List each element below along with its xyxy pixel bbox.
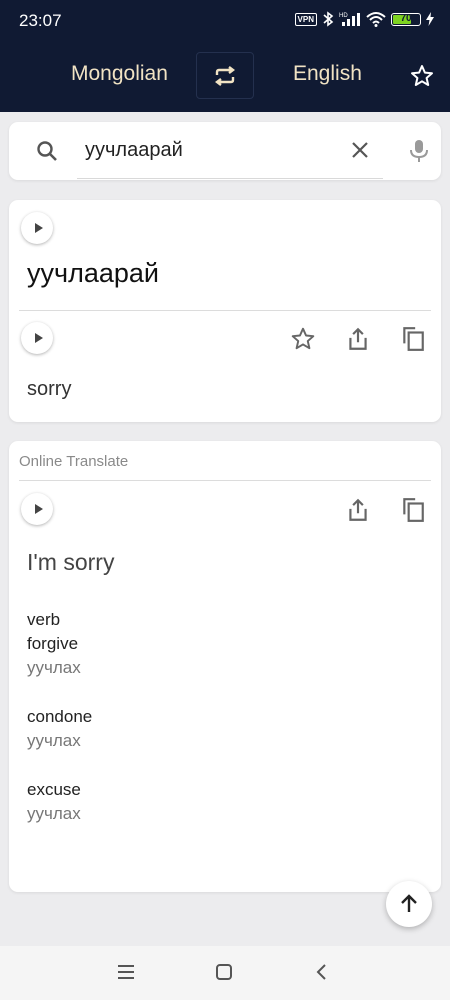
entry-synonym: уучлах bbox=[27, 804, 81, 823]
play-online-audio-button[interactable] bbox=[21, 493, 53, 525]
entry-group: excuse уучлах bbox=[27, 778, 407, 826]
signal-icon: HD bbox=[339, 13, 360, 26]
online-translate-label: Online Translate bbox=[19, 453, 129, 470]
dictionary-card: уучлаарай sorry bbox=[9, 200, 441, 422]
copy-icon[interactable] bbox=[400, 497, 426, 523]
swap-languages-button[interactable] bbox=[196, 52, 254, 99]
source-language-selector[interactable]: Mongolian bbox=[71, 62, 168, 86]
search-box: уучлаарай bbox=[9, 122, 441, 180]
status-icons: VPN HD 70 bbox=[294, 11, 434, 27]
play-icon bbox=[34, 223, 43, 233]
arrow-up-icon bbox=[401, 894, 417, 912]
entry-synonym: уучлах bbox=[27, 658, 81, 677]
card-divider bbox=[19, 310, 431, 311]
play-icon bbox=[34, 504, 43, 514]
clear-icon[interactable] bbox=[349, 139, 371, 161]
online-translate-card: Online Translate I'm sorry verb forgive … bbox=[9, 441, 441, 892]
app-header: 23:07 VPN HD 70 Mongolian English bbox=[0, 0, 450, 112]
search-underline bbox=[77, 178, 383, 179]
play-source-audio-button[interactable] bbox=[21, 212, 53, 244]
menu-icon[interactable] bbox=[116, 962, 136, 982]
entry-group: verb forgive уучлах bbox=[27, 608, 407, 680]
play-icon bbox=[34, 333, 43, 343]
swap-icon bbox=[215, 65, 235, 86]
home-icon[interactable] bbox=[214, 962, 234, 982]
status-time: 23:07 bbox=[19, 11, 62, 30]
entry-term: forgive bbox=[27, 634, 79, 653]
status-bar: 23:07 VPN HD 70 bbox=[0, 0, 450, 42]
share-icon[interactable] bbox=[345, 326, 371, 352]
search-input[interactable]: уучлаарай bbox=[85, 139, 183, 162]
bluetooth-icon bbox=[323, 11, 334, 27]
star-icon[interactable] bbox=[290, 326, 316, 352]
charging-icon bbox=[426, 12, 434, 26]
share-icon[interactable] bbox=[345, 497, 371, 523]
search-icon bbox=[37, 141, 57, 161]
wifi-icon bbox=[366, 12, 386, 27]
source-word: уучлаарай bbox=[27, 258, 159, 288]
battery-icon: 70 bbox=[391, 12, 421, 26]
online-main-translation: I'm sorry bbox=[27, 549, 115, 575]
entry-synonym: уучлах bbox=[27, 731, 81, 750]
copy-icon[interactable] bbox=[400, 326, 426, 352]
svg-text:HD: HD bbox=[339, 13, 348, 19]
favorites-star-icon[interactable] bbox=[410, 64, 434, 88]
entry-term: excuse bbox=[27, 780, 81, 799]
system-nav-bar bbox=[0, 946, 450, 1000]
part-of-speech: verb bbox=[27, 610, 61, 629]
battery-percent: 70 bbox=[400, 12, 412, 24]
microphone-icon[interactable] bbox=[408, 138, 430, 164]
entry-term: condone bbox=[27, 707, 93, 726]
vpn-icon: VPN bbox=[294, 12, 317, 26]
target-language-selector[interactable]: English bbox=[293, 62, 362, 86]
translation-word: sorry bbox=[27, 378, 72, 400]
card-divider bbox=[19, 480, 431, 481]
scroll-top-button[interactable] bbox=[386, 881, 432, 927]
back-icon[interactable] bbox=[312, 962, 332, 982]
play-translation-audio-button[interactable] bbox=[21, 322, 53, 354]
entry-group: condone уучлах bbox=[27, 705, 407, 753]
